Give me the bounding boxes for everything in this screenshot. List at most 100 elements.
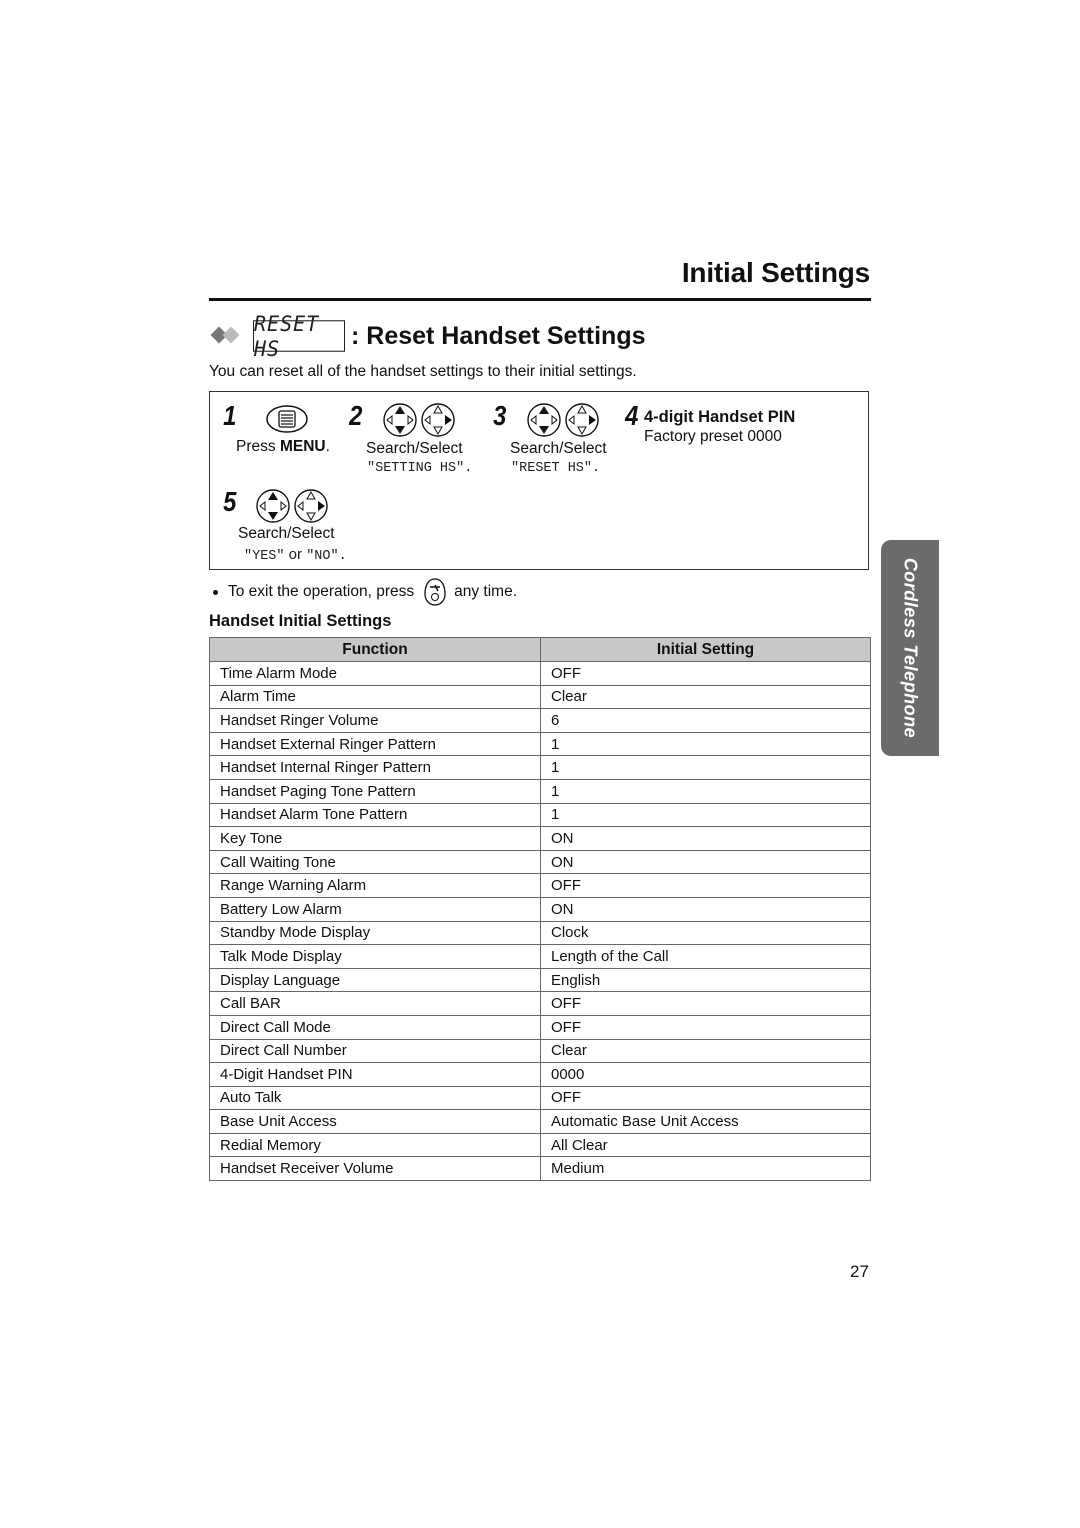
table-body: Time Alarm Mode OFF Alarm Time Clear Handset… bbox=[209, 661, 871, 1182]
initial-setting-cell: All Clear bbox=[540, 1132, 871, 1158]
initial-setting-cell: 1 bbox=[540, 755, 871, 780]
initial-setting-cell: Clock bbox=[540, 920, 871, 946]
lcd-display-label: RESET HS bbox=[253, 311, 345, 361]
table-row: Auto Talk OFF bbox=[209, 1085, 871, 1111]
function-cell: Talk Mode Display bbox=[209, 944, 541, 969]
table-row: Battery Low Alarm ON bbox=[209, 896, 871, 922]
step-2-number: 2 bbox=[349, 400, 363, 431]
function-cell: Range Warning Alarm bbox=[209, 873, 541, 898]
table-row: Handset Paging Tone Pattern 1 bbox=[209, 778, 871, 804]
table-row: Standby Mode Display Clock bbox=[209, 920, 871, 946]
steps-box: 1 Press MENU. 2 Search/Select "SETTING H… bbox=[209, 391, 869, 570]
function-cell: Direct Call Number bbox=[209, 1038, 541, 1064]
table-row: Direct Call Mode OFF bbox=[209, 1014, 871, 1040]
table-row: Handset Receiver Volume Medium bbox=[209, 1156, 871, 1182]
step-2-menu-item: "SETTING HS". bbox=[367, 461, 473, 476]
section-heading: RESET HS : Reset Handset Settings bbox=[209, 311, 646, 361]
menu-button-icon bbox=[266, 405, 308, 433]
initial-setting-cell: ON bbox=[540, 849, 871, 875]
initial-setting-cell: OFF bbox=[540, 873, 871, 898]
step-4-title: 4-digit Handset PIN bbox=[644, 408, 796, 426]
function-cell: Redial Memory bbox=[209, 1132, 541, 1158]
table-row: Alarm Time Clear bbox=[209, 684, 871, 710]
initial-setting-cell: 1 bbox=[540, 802, 871, 828]
function-cell: Direct Call Mode bbox=[209, 1014, 541, 1040]
table-row: Redial Memory All Clear bbox=[209, 1132, 871, 1158]
step-2-label: Search/Select bbox=[366, 440, 463, 457]
function-cell: Call BAR bbox=[209, 991, 541, 1016]
initial-setting-cell: OFF bbox=[540, 661, 871, 686]
initial-setting-cell: Medium bbox=[540, 1156, 871, 1182]
table-row: Display Language English bbox=[209, 967, 871, 993]
page-title: Initial Settings bbox=[681, 257, 870, 288]
function-cell: Standby Mode Display bbox=[209, 920, 541, 946]
table-row: 4-Digit Handset PIN 0000 bbox=[209, 1062, 871, 1087]
table-header-row: Function Initial Setting bbox=[209, 637, 871, 662]
step-3-label: Search/Select bbox=[510, 440, 607, 457]
step-3-menu-item: "RESET HS". bbox=[511, 461, 601, 476]
function-cell: Base Unit Access bbox=[209, 1109, 541, 1134]
step-1-label: Press MENU. bbox=[236, 438, 330, 455]
intro-text: You can reset all of the handset setting… bbox=[209, 363, 637, 380]
bullet-icon bbox=[213, 589, 218, 595]
initial-setting-cell: Automatic Base Unit Access bbox=[540, 1109, 871, 1134]
function-cell: Handset Internal Ringer Pattern bbox=[209, 755, 541, 780]
diamond-bullet-icon bbox=[209, 326, 247, 346]
initial-setting-cell: Clear bbox=[540, 684, 871, 710]
navigator-key-icon bbox=[256, 489, 328, 523]
table-row: Call BAR OFF bbox=[209, 991, 871, 1016]
function-cell: Handset Paging Tone Pattern bbox=[209, 778, 541, 804]
initial-setting-cell: 1 bbox=[540, 731, 871, 757]
initial-setting-cell: ON bbox=[540, 826, 871, 851]
table-row: Direct Call Number Clear bbox=[209, 1038, 871, 1064]
initial-setting-cell: 0000 bbox=[540, 1062, 871, 1087]
table-row: Handset Alarm Tone Pattern 1 bbox=[209, 802, 871, 828]
page-number: 27 bbox=[850, 1262, 869, 1281]
column-header-initial-setting: Initial Setting bbox=[540, 637, 871, 662]
function-cell: Auto Talk bbox=[209, 1085, 541, 1111]
function-cell: Time Alarm Mode bbox=[209, 661, 541, 686]
initial-setting-cell: OFF bbox=[540, 1085, 871, 1111]
function-cell: 4-Digit Handset PIN bbox=[209, 1062, 541, 1087]
table-row: Handset External Ringer Pattern 1 bbox=[209, 731, 871, 757]
function-cell: Key Tone bbox=[209, 826, 541, 851]
initial-setting-cell: 1 bbox=[540, 778, 871, 804]
initial-setting-cell: OFF bbox=[540, 991, 871, 1016]
table-row: Time Alarm Mode OFF bbox=[209, 661, 871, 686]
function-cell: Battery Low Alarm bbox=[209, 896, 541, 922]
column-header-function: Function bbox=[209, 637, 541, 662]
step-4-note: Factory preset 0000 bbox=[644, 428, 782, 445]
step-5-number: 5 bbox=[223, 486, 237, 517]
initial-setting-cell: 6 bbox=[540, 708, 871, 733]
settings-table: Function Initial Setting Time Alarm Mode… bbox=[209, 637, 871, 1182]
step-4-number: 4 bbox=[625, 400, 639, 431]
table-row: Range Warning Alarm OFF bbox=[209, 873, 871, 898]
function-cell: Handset Alarm Tone Pattern bbox=[209, 802, 541, 828]
table-row: Call Waiting Tone ON bbox=[209, 849, 871, 875]
navigator-key-icon bbox=[527, 403, 599, 437]
initial-setting-cell: English bbox=[540, 967, 871, 993]
function-cell: Call Waiting Tone bbox=[209, 849, 541, 875]
initial-setting-cell: ON bbox=[540, 896, 871, 922]
table-row: Handset Internal Ringer Pattern 1 bbox=[209, 755, 871, 780]
navigator-key-icon bbox=[383, 403, 455, 437]
step-1-number: 1 bbox=[223, 400, 237, 431]
table-row: Handset Ringer Volume 6 bbox=[209, 708, 871, 733]
initial-setting-cell: Clear bbox=[540, 1038, 871, 1064]
function-cell: Handset Receiver Volume bbox=[209, 1156, 541, 1182]
off-button-icon bbox=[424, 578, 446, 606]
side-tab-label: Cordless Telephone bbox=[900, 557, 921, 739]
table-heading: Handset Initial Settings bbox=[209, 612, 392, 630]
function-cell: Alarm Time bbox=[209, 684, 541, 710]
step-3-number: 3 bbox=[493, 400, 507, 431]
section-side-tab: Cordless Telephone bbox=[881, 540, 939, 756]
function-cell: Handset External Ringer Pattern bbox=[209, 731, 541, 757]
exit-note: To exit the operation, press any time. bbox=[213, 578, 517, 606]
initial-setting-cell: OFF bbox=[540, 1014, 871, 1040]
initial-setting-cell: Length of the Call bbox=[540, 944, 871, 969]
step-5-options: "YES" or "NO". bbox=[244, 546, 347, 564]
title-divider bbox=[209, 298, 871, 301]
step-5-label: Search/Select bbox=[238, 525, 335, 542]
function-cell: Handset Ringer Volume bbox=[209, 708, 541, 733]
table-row: Base Unit Access Automatic Base Unit Acce… bbox=[209, 1109, 871, 1134]
